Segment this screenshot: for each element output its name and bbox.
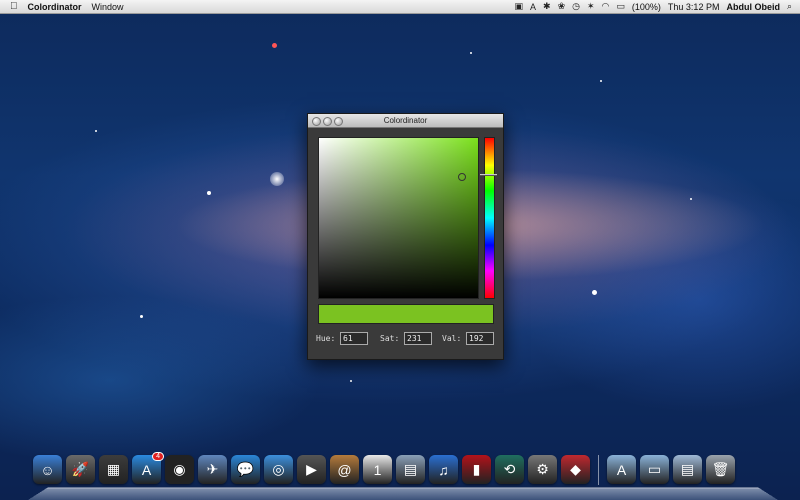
ichat-glyph: 💬 <box>236 461 255 477</box>
color-picker-cursor[interactable] <box>458 173 466 181</box>
hue-slider-marker[interactable] <box>480 174 497 176</box>
dashboard-icon[interactable]: ◉ <box>165 455 194 484</box>
dock-shelf <box>28 487 778 500</box>
hue-slider[interactable] <box>484 137 495 299</box>
adobe-icon[interactable]: A <box>530 2 536 12</box>
menubar-user[interactable]: Abdul Obeid <box>726 2 780 12</box>
colordinator-window: Colordinator Hue: 61 Sat: 231 Val: 192 <box>307 113 504 360</box>
downloads-folder-glyph: ▤ <box>680 461 695 477</box>
time-machine-menu-icon[interactable]: ◷ <box>572 1 580 12</box>
app-store-glyph: A <box>141 461 152 478</box>
launchpad-glyph: 🚀 <box>71 461 90 477</box>
colordinator-dock-glyph: ◆ <box>570 461 581 477</box>
applications-folder-icon[interactable]: A <box>607 455 636 484</box>
photo-booth-icon[interactable]: ▮ <box>462 455 491 484</box>
dock-icons: ☺ 🚀 ▦ A 4 ◉ ✈ 💬 ◎ ▶ @1 ▤ ♫ ▮ ⟲ ⚙ ◆ A ▭ ▤ 🗑 <box>33 452 735 485</box>
bluetooth-icon[interactable]: ✶ <box>587 1 595 12</box>
val-label: Val: <box>442 334 462 343</box>
app-menu-colordinator[interactable]: Colordinator <box>28 2 82 12</box>
menubar-clock[interactable]: Thu 3:12 PM <box>668 2 720 12</box>
val-input[interactable]: 192 <box>466 332 494 345</box>
finder-glyph: ☺ <box>40 461 55 478</box>
safari-icon[interactable]: ◎ <box>264 455 293 484</box>
battery-icon[interactable]: ▭ <box>616 1 625 12</box>
preview-icon[interactable]: ▤ <box>396 455 425 484</box>
mission-control-icon[interactable]: ▦ <box>99 455 128 484</box>
sat-input[interactable]: 231 <box>404 332 432 345</box>
menu-window[interactable]: Window <box>92 2 124 12</box>
trash-glyph: 🗑 <box>711 461 730 477</box>
ichat-icon[interactable]: 💬 <box>231 455 260 484</box>
hue-label: Hue: <box>316 334 336 343</box>
sat-label: Sat: <box>380 334 400 343</box>
itunes-icon[interactable]: ♫ <box>429 455 458 484</box>
address-book-glyph: @ <box>337 461 352 478</box>
address-book-icon[interactable]: @ <box>330 455 359 484</box>
app-store-icon[interactable]: A4 <box>132 452 164 484</box>
close-button[interactable] <box>312 117 321 126</box>
paw-icon[interactable]: ✱ <box>543 1 551 12</box>
wifi-icon[interactable]: ◠ <box>602 1 610 12</box>
zoom-button[interactable] <box>334 117 343 126</box>
documents-folder-icon[interactable]: ▭ <box>640 455 669 484</box>
photo-booth-glyph: ▮ <box>472 461 481 477</box>
time-machine-glyph: ⟲ <box>503 461 516 477</box>
ical-glyph: 1 <box>373 461 382 478</box>
documents-folder-glyph: ▭ <box>647 461 662 477</box>
hsv-fields: Hue: 61 Sat: 231 Val: 192 <box>316 332 496 346</box>
dashboard-glyph: ◉ <box>173 461 186 477</box>
mission-control-glyph: ▦ <box>106 461 121 477</box>
colordinator-dock-icon[interactable]: ◆ <box>561 455 590 484</box>
window-title: Colordinator <box>383 116 428 125</box>
hue-input[interactable]: 61 <box>340 332 368 345</box>
menubar-colordinator-icon[interactable]: ▣ <box>515 1 524 12</box>
window-titlebar[interactable]: Colordinator <box>308 114 503 128</box>
safari-glyph: ◎ <box>272 461 285 477</box>
app-store-badge: 4 <box>152 452 164 461</box>
downloads-folder-icon[interactable]: ▤ <box>673 455 702 484</box>
battery-percent: (100%) <box>631 1 661 12</box>
preview-glyph: ▤ <box>403 461 418 477</box>
facetime-glyph: ▶ <box>306 461 317 477</box>
selected-color-swatch <box>318 304 494 324</box>
launchpad-icon[interactable]: 🚀 <box>66 455 95 484</box>
minimize-button[interactable] <box>323 117 332 126</box>
saturation-value-picker[interactable] <box>318 137 479 299</box>
apple-logo-icon[interactable]:  <box>10 1 18 12</box>
trash-icon[interactable]: 🗑 <box>706 455 735 484</box>
spotlight-icon[interactable]: ⌕ <box>787 1 792 12</box>
finder-icon[interactable]: ☺ <box>33 455 62 484</box>
mail-icon[interactable]: ✈ <box>198 455 227 484</box>
dock-divider <box>598 455 599 485</box>
paw-print-icon[interactable]: ❀ <box>558 1 566 12</box>
itunes-glyph: ♫ <box>438 461 449 478</box>
dock: ☺ 🚀 ▦ A 4 ◉ ✈ 💬 ◎ ▶ @1 ▤ ♫ ▮ ⟲ ⚙ ◆ A ▭ ▤ 🗑 <box>28 452 778 500</box>
menu-bar:  Colordinator Window ▣ A ✱ ❀ ◷ ✶ ◠ ▭ (1… <box>0 0 800 14</box>
system-preferences-icon[interactable]: ⚙ <box>528 455 557 484</box>
facetime-icon[interactable]: ▶ <box>297 455 326 484</box>
system-preferences-glyph: ⚙ <box>536 461 549 477</box>
ical-icon[interactable]: 1 <box>363 455 392 484</box>
time-machine-icon[interactable]: ⟲ <box>495 455 524 484</box>
mail-glyph: ✈ <box>206 461 219 477</box>
applications-folder-glyph: A <box>616 461 627 478</box>
